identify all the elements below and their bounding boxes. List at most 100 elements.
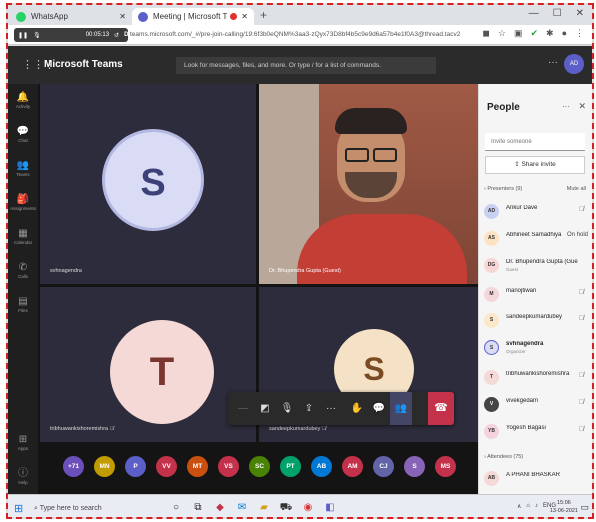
person-role: Organizer [506, 349, 526, 354]
more-options-icon[interactable]: ··· [562, 102, 570, 111]
store-icon[interactable]: ⛟ [278, 500, 294, 516]
rail-calls[interactable]: ✆ Calls [8, 262, 38, 279]
participant-chip[interactable]: MT [187, 456, 208, 477]
participant-chip[interactable]: CJ [373, 456, 394, 477]
profile-icon[interactable]: ● [562, 28, 567, 39]
rail-calendar[interactable]: ▦ Calendar [8, 228, 38, 245]
participant-chip[interactable]: PT [280, 456, 301, 477]
pause-icon[interactable]: ❚❚ [18, 32, 28, 39]
avatar: AS [484, 231, 499, 246]
tab-teams-meeting[interactable]: Meeting | Microsoft Teams ✕ [132, 8, 254, 25]
participant-chip[interactable]: MN [94, 456, 115, 477]
star-icon[interactable]: ☆ [498, 28, 506, 39]
participant-chip[interactable]: P [125, 456, 146, 477]
overflow-count[interactable]: +71 [63, 456, 84, 477]
participants-button[interactable]: 👥 [390, 392, 412, 425]
rail-files[interactable]: ▤ Files [8, 296, 38, 313]
bell-icon: 🔔 [16, 92, 30, 103]
participant-chip[interactable]: VV [156, 456, 177, 477]
extension-icon[interactable]: ▣ [514, 28, 523, 39]
list-item[interactable]: AD Ankur Dave 🎙̸ [484, 201, 588, 223]
attendees-header[interactable]: › Attendees (75) [484, 454, 523, 460]
share-invite-button[interactable]: ⇪ Share invite [485, 156, 585, 174]
list-item[interactable]: S sandeepkumardubey 🎙̸ [484, 310, 588, 332]
participant-chip[interactable]: S [404, 456, 425, 477]
video-person-hair [335, 108, 407, 134]
list-item[interactable]: YB Yogesh Bagasi 🎙̸ [484, 421, 588, 443]
clock[interactable]: 15:06 13-06-2021 [550, 499, 578, 515]
camera-off-button[interactable]: ◩ [254, 392, 276, 425]
chat-button[interactable]: 💬 [368, 392, 390, 425]
more-actions-button[interactable]: ··· [320, 392, 342, 425]
rail-assignments[interactable]: 🎒 Assignments [8, 194, 38, 211]
minimize-button[interactable]: — [529, 8, 539, 19]
taskbar-search[interactable]: ⌕ Type here to search [28, 499, 158, 517]
video-tile-tribhuwan[interactable]: T tribhuwankishoremishra 🎙̸ [40, 287, 256, 442]
mail-icon[interactable]: ✉ [234, 500, 250, 516]
clock-date: 13-06-2021 [549, 508, 578, 514]
camera-permission-icon[interactable]: ◼ [482, 28, 489, 39]
presenters-header[interactable]: › Presenters (9) [484, 186, 522, 192]
puzzle-icon[interactable]: ✱ [546, 28, 554, 39]
undo-icon[interactable]: ↺ [114, 32, 119, 39]
windows-start-icon[interactable]: ⊞ [14, 502, 23, 515]
search-input[interactable]: Look for messages, files, and more. Or t… [176, 57, 436, 74]
participant-chip[interactable]: AB [311, 456, 332, 477]
cortana-icon[interactable]: ○ [168, 500, 184, 516]
chrome-icon[interactable]: ◉ [300, 500, 316, 516]
list-item[interactable]: V vivekgedam 🎙̸ [484, 394, 588, 416]
mic-icon[interactable]: 🎙 [33, 32, 41, 39]
mute-all-button[interactable]: Mute all [567, 186, 586, 192]
list-item[interactable]: AS Abhineet Samadhiya On hold [484, 228, 588, 250]
task-view-icon[interactable]: ⧉ [190, 500, 206, 516]
participant-chip[interactable]: MS [435, 456, 456, 477]
volume-icon[interactable]: ♪ [535, 503, 538, 510]
rail-apps[interactable]: ⊞ Apps [8, 434, 38, 451]
more-options-icon[interactable]: ··· [548, 57, 558, 68]
list-item[interactable]: S svhnagendra Organizer [484, 337, 588, 359]
video-tile-svhnagendra[interactable]: S svhnagendra [40, 84, 256, 284]
close-icon[interactable]: ✕ [578, 101, 586, 112]
chevron-up-icon[interactable]: ∧ [517, 503, 521, 510]
status-badge: On hold [566, 232, 588, 238]
mic-off-button[interactable]: 🎙 [276, 392, 298, 425]
person-name: Ankur Dave [506, 205, 538, 211]
check-extension-icon[interactable]: ✔ [530, 28, 538, 39]
share-screen-button[interactable]: ⇪ [298, 392, 320, 425]
list-item[interactable]: M manojtiwari 🎙̸ [484, 284, 588, 306]
raise-hand-button[interactable]: ✋ [346, 392, 368, 425]
maximize-button[interactable]: ☐ [553, 8, 562, 19]
calendar-icon: ▦ [18, 228, 28, 239]
list-item[interactable]: DG Dr. Bhupendra Gupta (Guest) Guest [484, 255, 588, 277]
hang-up-button[interactable]: ☎ [428, 392, 454, 425]
video-tile-presenter[interactable]: Dr. Bhupendra Gupta (Guest) [259, 84, 478, 284]
participant-chip[interactable]: VS [218, 456, 239, 477]
menu-icon[interactable]: ⋮ [575, 28, 584, 39]
file-explorer-icon[interactable]: ▰ [256, 500, 272, 516]
rail-chat[interactable]: 💬 Chat [8, 126, 38, 143]
teams-icon [138, 11, 148, 22]
avatar: AB [484, 471, 499, 486]
new-tab-button[interactable]: + [260, 8, 267, 22]
recording-icon [230, 13, 238, 20]
list-item[interactable]: T tribhuwankishoremishra 🎙̸ [484, 367, 588, 389]
invite-input[interactable]: Invite someone [485, 133, 585, 151]
rail-teams[interactable]: 👥 Teams [8, 160, 38, 177]
notification-icon[interactable]: ▭ [580, 502, 589, 513]
address-bar[interactable]: teams.microsoft.com/_#/pre-join-calling/… [130, 28, 500, 42]
participant-chip[interactable]: AM [342, 456, 363, 477]
participant-chip[interactable]: SC [249, 456, 270, 477]
tab-whatsapp[interactable]: WhatsApp ✕ [10, 8, 132, 25]
close-icon[interactable]: ✕ [119, 12, 126, 21]
network-icon[interactable]: ⌂ [526, 503, 530, 510]
close-icon[interactable]: ✕ [241, 12, 248, 21]
rail-help[interactable]: ⓘ Help [8, 464, 38, 485]
list-item[interactable]: AB A PHANI BHASKAR [484, 468, 588, 490]
rail-activity[interactable]: 🔔 Activity [8, 92, 38, 109]
office-icon[interactable]: ◆ [212, 500, 228, 516]
close-window-button[interactable]: ✕ [576, 8, 584, 19]
teams-taskbar-icon[interactable]: ◧ [322, 500, 338, 516]
participant-name: Dr. Bhupendra Gupta (Guest) [269, 268, 341, 274]
avatar[interactable]: AD [564, 54, 584, 74]
screen-recorder-bar: ❚❚ 🎙 00:05:13 ↺ Done [14, 28, 139, 42]
